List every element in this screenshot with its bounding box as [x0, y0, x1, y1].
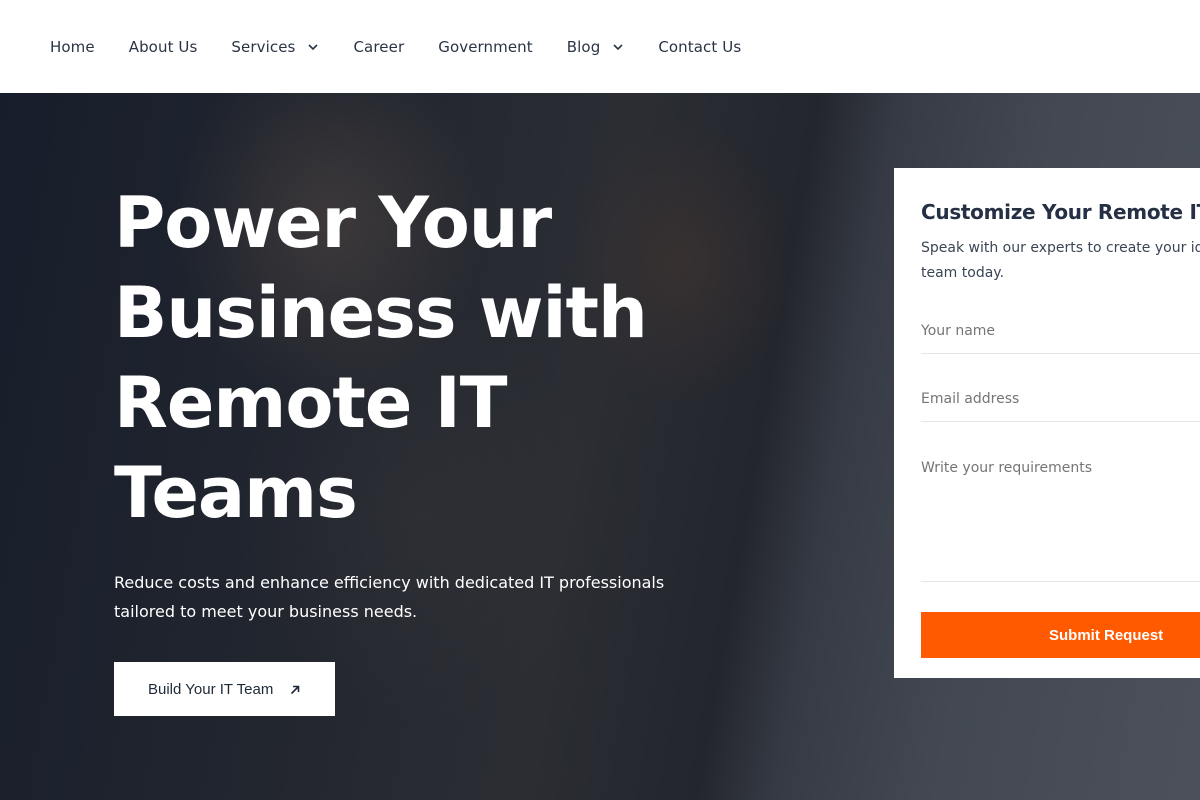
nav-item-label: Career [353, 37, 405, 56]
nav-item-career[interactable]: Career [353, 38, 404, 56]
contact-form-card: Customize Your Remote IT Te Speak with o… [894, 168, 1200, 678]
nav-item-label: Home [50, 37, 95, 56]
build-it-team-label: Build Your IT Team [148, 680, 274, 698]
nav-item-label: Contact Us [658, 37, 742, 56]
form-subtitle: Speak with our experts to create your id… [921, 240, 1200, 281]
chevron-down-icon [307, 41, 319, 53]
nav-item-services[interactable]: Services [231, 38, 319, 56]
chevron-down-icon [612, 41, 624, 53]
arrow-up-right-icon [289, 683, 301, 695]
nav-menu: Home About Us Services Career Government… [50, 38, 775, 56]
email-input[interactable] [921, 390, 1200, 407]
submit-request-button[interactable]: Submit Request [921, 612, 1200, 658]
hero-content: Power Your Business with Remote IT Teams… [114, 178, 674, 716]
requirements-textarea[interactable] [921, 460, 1200, 570]
top-nav: Home About Us Services Career Government… [0, 0, 1200, 93]
form-title: Customize Your Remote IT Te [921, 200, 1200, 224]
hero-title: Power Your Business with Remote IT Teams [114, 182, 648, 534]
nav-item-blog[interactable]: Blog [567, 38, 625, 56]
requirements-field [921, 452, 1200, 582]
nav-item-about-us[interactable]: About Us [129, 38, 198, 56]
email-field [921, 376, 1200, 422]
nav-item-label: Government [438, 37, 533, 56]
nav-item-contact-us[interactable]: Contact Us [658, 38, 741, 56]
name-field [921, 308, 1200, 354]
name-input[interactable] [921, 322, 1200, 339]
build-it-team-button[interactable]: Build Your IT Team [114, 662, 336, 716]
nav-item-government[interactable]: Government [438, 38, 533, 56]
hero-subtitle: Reduce costs and enhance efficiency with… [114, 573, 665, 621]
nav-item-label: Services [231, 37, 296, 56]
nav-item-home[interactable]: Home [50, 38, 95, 56]
nav-item-label: Blog [566, 37, 601, 56]
nav-item-label: About Us [128, 37, 198, 56]
